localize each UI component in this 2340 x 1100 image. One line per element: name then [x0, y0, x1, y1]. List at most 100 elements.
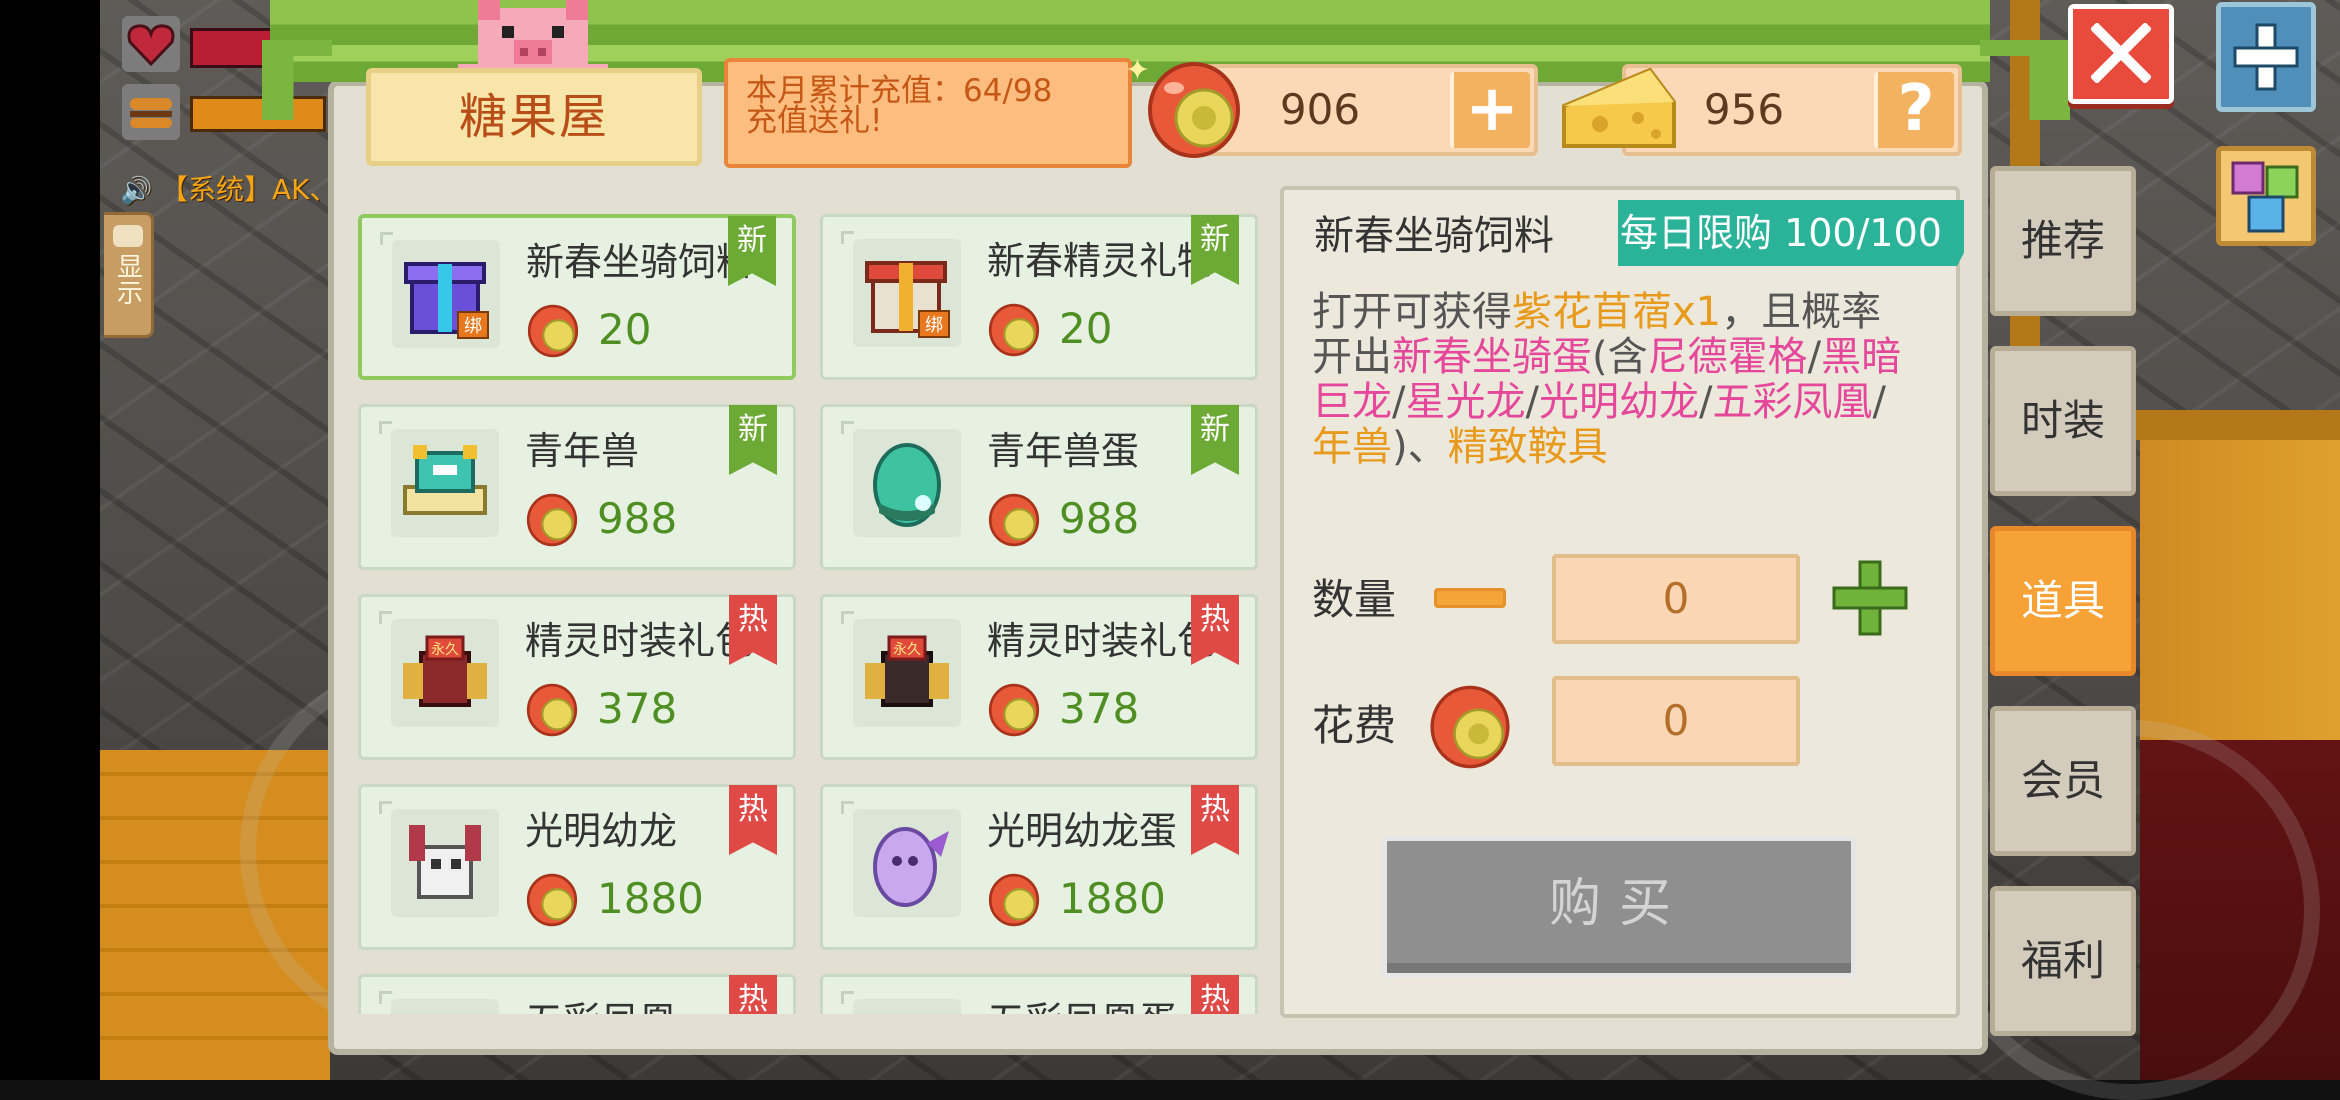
plus-icon — [2233, 23, 2299, 91]
hot-tag: 热 — [1191, 975, 1239, 1014]
candy-gem-icon — [526, 873, 578, 927]
phoenix-egg-icon — [853, 999, 961, 1014]
bound-badge: 绑 — [464, 316, 482, 337]
recharge-gift-text: 充值送礼! — [746, 103, 883, 139]
desc-highlight: 年兽 — [1312, 424, 1392, 470]
item-price: 378 — [1059, 684, 1140, 733]
gem-currency-display: 906 + — [1198, 64, 1538, 156]
dragon-egg-icon — [853, 809, 961, 917]
item-card[interactable]: 绑 新春精灵礼物 20 新 — [820, 214, 1258, 380]
item-price: 1880 — [597, 874, 704, 923]
permanent-badge: 永久 — [431, 642, 459, 658]
item-grid[interactable]: 绑 新春坐骑饲料 20 新 绑 新春精灵礼物 20 新 青年兽 988 新 青年… — [356, 214, 1258, 1014]
daily-limit-badge: 每日限购 100/100 — [1618, 200, 1964, 266]
candy-gem-icon — [526, 683, 578, 737]
plus-icon — [1832, 560, 1908, 636]
expand-menu-button[interactable] — [2216, 2, 2316, 112]
gift-box-icon: 绑 — [853, 239, 961, 347]
candy-gem-icon — [988, 303, 1040, 357]
desc-text: (含 — [1592, 334, 1648, 380]
detail-item-name: 新春坐骑饲料 — [1314, 213, 1554, 259]
tab-props[interactable]: 道具 — [1990, 526, 2136, 676]
item-card[interactable]: 光明幼龙 1880 热 — [358, 784, 796, 950]
item-card[interactable]: 青年兽 988 新 — [358, 404, 796, 570]
shop-title: 糖果屋 — [366, 68, 702, 166]
item-card[interactable]: 永久 精灵时装礼包 378 热 — [820, 594, 1258, 760]
letterbox-left — [0, 0, 100, 1080]
recharge-progress-text: 本月累计充值：64/98 — [746, 73, 1053, 109]
tab-membership[interactable]: 会员 — [1990, 706, 2136, 856]
young-beast-mount-icon — [391, 429, 499, 537]
hunger-icon — [122, 84, 180, 140]
add-gem-button[interactable]: + — [1450, 72, 1530, 148]
light-dragon-icon — [391, 809, 499, 917]
phoenix-icon — [391, 999, 499, 1014]
desc-highlight: 尼德霍格 — [1647, 334, 1808, 380]
close-icon — [2091, 23, 2151, 83]
minus-icon — [1434, 588, 1506, 608]
desc-highlight: 精致鞍具 — [1447, 424, 1608, 470]
desc-text: / — [1392, 379, 1406, 425]
item-card[interactable]: 永久 精灵时装礼包 378 热 — [358, 594, 796, 760]
cheese-help-button[interactable]: ? — [1874, 72, 1954, 148]
hunger-bar — [190, 96, 326, 132]
item-card[interactable]: 绑 新春坐骑饲料 20 新 — [358, 214, 796, 380]
cost-total: 0 — [1552, 676, 1800, 766]
item-card[interactable]: 五彩凤凰 热 — [358, 974, 796, 1014]
item-price: 20 — [598, 305, 652, 354]
item-description[interactable]: 打开可获得紫花苜蓿x1，且概率开出新春坐骑蛋(含尼德霍格/黑暗巨龙/星光龙/光明… — [1312, 290, 1912, 512]
game-block-orange-right — [2140, 440, 2340, 740]
item-price: 988 — [597, 494, 678, 543]
quantity-label: 数量 — [1312, 575, 1397, 624]
candy-gem-icon — [988, 683, 1040, 737]
permanent-badge: 永久 — [893, 642, 921, 658]
desc-text: / — [1807, 334, 1822, 380]
cheese-icon — [1560, 66, 1678, 150]
desc-highlight: 新春坐骑蛋 — [1392, 334, 1592, 380]
desc-text: 打开可获得 — [1312, 290, 1512, 335]
candy-gem-icon — [1146, 60, 1242, 160]
desc-highlight: 紫花苜蓿x1 — [1512, 290, 1722, 335]
tab-recommended[interactable]: 推荐 — [1990, 166, 2136, 316]
cost-label: 花费 — [1312, 701, 1397, 750]
desc-text: / — [1525, 379, 1539, 425]
chat-show-tab[interactable]: 显示 — [104, 212, 154, 338]
item-card[interactable]: 五彩凤凰蛋 热 — [820, 974, 1258, 1014]
item-card[interactable]: 光明幼龙蛋 1880 热 — [820, 784, 1258, 950]
increase-quantity-button[interactable] — [1830, 558, 1910, 638]
item-price: 378 — [597, 684, 678, 733]
chat-show-label: 显示 — [112, 253, 143, 305]
candy-gem-icon — [988, 493, 1040, 547]
gift-box-icon: 绑 — [392, 240, 500, 348]
bound-badge: 绑 — [925, 315, 943, 336]
desc-text: / — [1872, 379, 1886, 425]
candy-gem-icon — [527, 304, 579, 358]
item-price: 1880 — [1059, 874, 1166, 923]
candy-gem-icon — [988, 873, 1040, 927]
decrease-quantity-button[interactable] — [1430, 584, 1510, 612]
close-button[interactable] — [2068, 4, 2174, 104]
item-price: 20 — [1059, 304, 1113, 353]
desc-text: )、 — [1392, 424, 1448, 470]
desc-highlight: 星光龙 — [1405, 379, 1526, 425]
quantity-input[interactable]: 0 — [1552, 554, 1800, 644]
costume-pack-icon: 永久 — [391, 619, 499, 727]
costume-pack-icon: 永久 — [853, 619, 961, 727]
chat-icon — [112, 225, 143, 247]
blocks-icon — [2231, 161, 2299, 233]
speaker-icon: 🔊 — [120, 176, 153, 206]
tab-costumes[interactable]: 时装 — [1990, 346, 2136, 496]
monthly-recharge-banner[interactable]: 本月累计充值：64/98 充值送礼! ✦ — [724, 56, 1150, 168]
desc-highlight: 光明幼龙 — [1538, 379, 1699, 425]
tab-benefits[interactable]: 福利 — [1990, 886, 2136, 1036]
candy-gem-icon — [1428, 684, 1512, 770]
item-card[interactable]: 青年兽蛋 988 新 — [820, 404, 1258, 570]
desc-text: / — [1698, 379, 1713, 425]
buy-button[interactable]: 购买 — [1382, 836, 1856, 978]
candy-gem-icon — [526, 493, 578, 547]
heart-icon — [122, 16, 180, 72]
hot-tag: 热 — [729, 975, 777, 1014]
blocks-menu-button[interactable] — [2216, 146, 2316, 246]
desc-highlight: 五彩凤凰 — [1712, 379, 1873, 425]
egg-icon — [853, 429, 961, 537]
